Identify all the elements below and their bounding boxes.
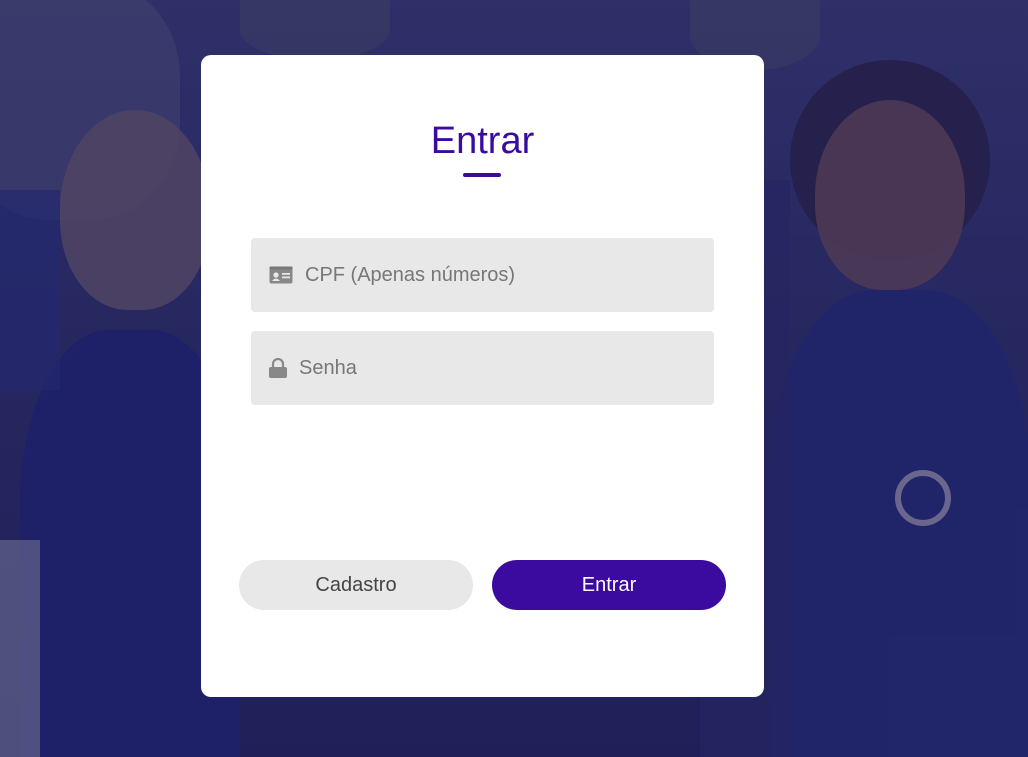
- id-card-icon: [269, 266, 293, 284]
- login-card: Entrar Cadastro Entrar: [201, 55, 764, 697]
- password-field[interactable]: [251, 331, 714, 405]
- page-title: Entrar: [430, 120, 535, 162]
- cpf-input[interactable]: [305, 255, 685, 295]
- register-button[interactable]: Cadastro: [239, 560, 473, 610]
- lock-icon: [269, 358, 287, 378]
- cpf-field[interactable]: [251, 238, 714, 312]
- submit-button[interactable]: Entrar: [492, 560, 726, 610]
- password-input[interactable]: [299, 348, 679, 388]
- title-underline: [463, 173, 501, 177]
